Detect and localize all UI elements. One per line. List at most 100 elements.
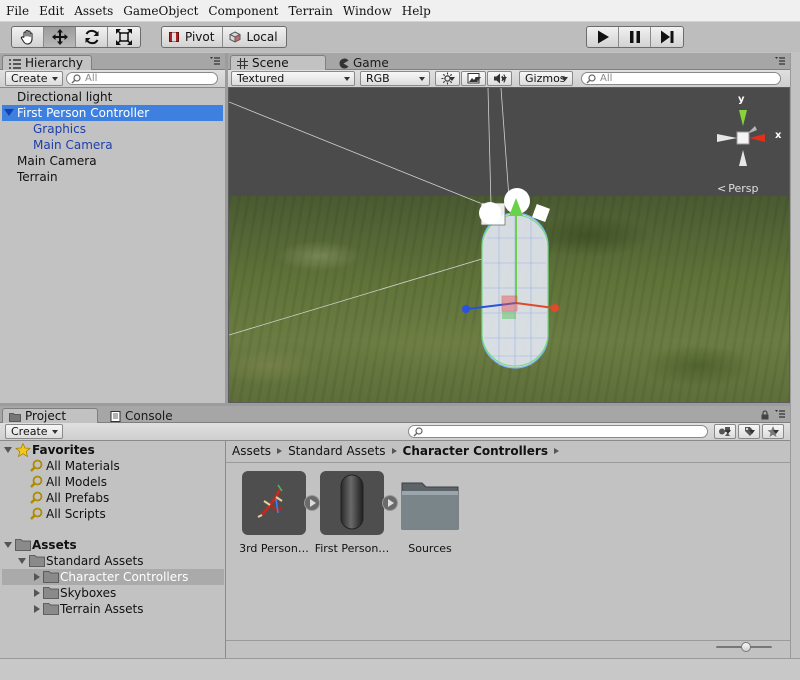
asset-name: First Person… — [314, 542, 390, 555]
tab-console[interactable]: Console — [104, 408, 181, 424]
menu-gameobject[interactable]: GameObject — [118, 0, 203, 22]
foldout-expanded-icon[interactable] — [18, 558, 26, 564]
hierarchy-item-graphics[interactable]: Graphics — [2, 121, 223, 137]
menu-window[interactable]: Window — [338, 0, 397, 22]
save-search-button[interactable] — [762, 424, 784, 439]
asset-3rd-person-controller[interactable]: 3rd Person… — [234, 471, 320, 555]
hierarchy-item-directional-light[interactable]: Directional light — [2, 89, 223, 105]
tree-skyboxes[interactable]: Skyboxes — [2, 585, 224, 601]
folder-icon — [401, 482, 459, 530]
hierarchy-search-input[interactable]: All — [66, 72, 218, 85]
tree-favorite-all-models[interactable]: All Models — [2, 474, 224, 490]
star-icon — [767, 426, 779, 437]
step-button[interactable] — [651, 27, 683, 47]
status-bar — [0, 658, 800, 680]
list-icon — [9, 58, 21, 69]
rotate-tool-button[interactable] — [76, 27, 108, 47]
tree-favorite-all-scripts[interactable]: All Scripts — [2, 506, 224, 522]
axis-y-label: y — [738, 94, 745, 105]
move-tool-button[interactable] — [44, 27, 76, 47]
tree-item-label: Character Controllers — [60, 570, 189, 584]
scene-viewport[interactable]: y x < Persp — [228, 87, 790, 403]
render-mode-dropdown[interactable]: Textured — [231, 71, 355, 86]
hierarchy-item-terrain[interactable]: Terrain — [2, 169, 223, 185]
panel-menu-icon[interactable] — [774, 409, 786, 419]
tab-game[interactable]: Game — [332, 55, 397, 71]
scene-overlay-toggle[interactable] — [461, 71, 486, 86]
hierarchy-item-child-main-camera[interactable]: Main Camera — [2, 137, 223, 153]
tree-standard-assets-label: Standard Assets — [46, 554, 144, 568]
scene-audio-toggle[interactable] — [487, 71, 512, 86]
tree-assets[interactable]: Assets — [2, 537, 224, 553]
star-favorite-icon — [15, 443, 31, 457]
hierarchy-item-first-person-controller[interactable]: First Person Controller — [2, 105, 223, 121]
search-by-label-button[interactable] — [738, 424, 760, 439]
tree-character-controllers[interactable]: Character Controllers — [2, 569, 224, 585]
camera-frustum-lines — [229, 88, 510, 336]
tree-favorite-all-materials[interactable]: All Materials — [2, 458, 224, 474]
projection-left-icon: < — [717, 182, 727, 195]
menu-help[interactable]: Help — [397, 0, 436, 22]
breadcrumb-separator-icon — [277, 448, 283, 454]
asset-sources-folder[interactable]: Sources — [390, 471, 470, 555]
project-tabbar: Project Console — [0, 406, 790, 424]
play-button[interactable] — [587, 27, 619, 47]
foldout-collapsed-icon[interactable] — [34, 589, 40, 597]
orientation-gizmo[interactable] — [705, 98, 785, 178]
gizmos-dropdown[interactable]: Gizmos — [519, 71, 573, 86]
scale-tool-button[interactable] — [108, 27, 140, 47]
step-icon — [661, 30, 674, 44]
foldout-expanded-icon[interactable] — [4, 447, 12, 453]
main-toolbar: Pivot Local — [0, 22, 800, 52]
search-favorite-icon — [30, 475, 43, 488]
tab-game-label: Game — [353, 55, 389, 70]
hierarchy-create-dropdown[interactable]: Create — [5, 71, 63, 86]
breadcrumb-assets[interactable]: Assets — [232, 443, 271, 459]
tree-terrain-assets[interactable]: Terrain Assets — [2, 601, 224, 617]
asset-first-person-controller[interactable]: First Person… — [312, 471, 398, 555]
hierarchy-item-main-camera[interactable]: Main Camera — [2, 153, 223, 169]
project-content-area: Assets Standard Assets Character Control… — [226, 441, 790, 658]
menu-assets[interactable]: Assets — [69, 0, 118, 22]
tree-favorites[interactable]: Favorites — [2, 442, 224, 458]
tab-hierarchy[interactable]: Hierarchy — [2, 55, 93, 71]
thumbnail-zoom-slider[interactable] — [716, 642, 772, 652]
projection-label[interactable]: < Persp — [717, 182, 758, 195]
breadcrumb-separator-icon — [554, 448, 559, 454]
tab-project[interactable]: Project — [2, 408, 98, 424]
zoom-slider-knob[interactable] — [741, 642, 752, 652]
foldout-expanded-icon[interactable] — [4, 542, 12, 548]
breadcrumb-separator-icon — [391, 448, 397, 454]
menu-file[interactable]: File — [0, 0, 34, 22]
scene-search-input[interactable]: All — [581, 72, 781, 85]
hand-tool-button[interactable] — [12, 27, 44, 47]
project-search-input[interactable] — [408, 425, 708, 438]
breadcrumb: Assets Standard Assets Character Control… — [232, 443, 565, 459]
breadcrumb-standard-assets[interactable]: Standard Assets — [288, 443, 385, 459]
pause-button[interactable] — [619, 27, 651, 47]
panel-menu-icon[interactable] — [774, 56, 786, 66]
menu-edit[interactable]: Edit — [34, 0, 69, 22]
menu-component[interactable]: Component — [203, 0, 283, 22]
lock-icon[interactable] — [760, 410, 770, 420]
local-cube-icon — [229, 31, 241, 43]
project-create-dropdown[interactable]: Create — [5, 424, 63, 439]
foldout-expanded-icon[interactable] — [4, 109, 14, 116]
foldout-collapsed-icon[interactable] — [34, 573, 40, 581]
search-by-type-button[interactable] — [714, 424, 736, 439]
scene-lighting-toggle[interactable] — [435, 71, 460, 86]
tree-assets-label: Assets — [32, 538, 77, 552]
tree-standard-assets[interactable]: Standard Assets — [2, 553, 224, 569]
tree-favorite-all-prefabs[interactable]: All Prefabs — [2, 490, 224, 506]
image-icon — [467, 73, 480, 84]
menu-terrain[interactable]: Terrain — [283, 0, 337, 22]
scale-icon — [116, 29, 132, 45]
panel-menu-icon[interactable] — [209, 56, 221, 66]
pivot-local-toggles: Pivot Local — [161, 26, 287, 48]
pivot-button[interactable]: Pivot — [162, 27, 224, 47]
foldout-collapsed-icon[interactable] — [34, 605, 40, 613]
local-button[interactable]: Local — [223, 27, 285, 47]
breadcrumb-character-controllers[interactable]: Character Controllers — [403, 443, 548, 459]
tab-scene[interactable]: Scene — [230, 55, 326, 71]
color-mode-dropdown[interactable]: RGB — [360, 71, 430, 86]
